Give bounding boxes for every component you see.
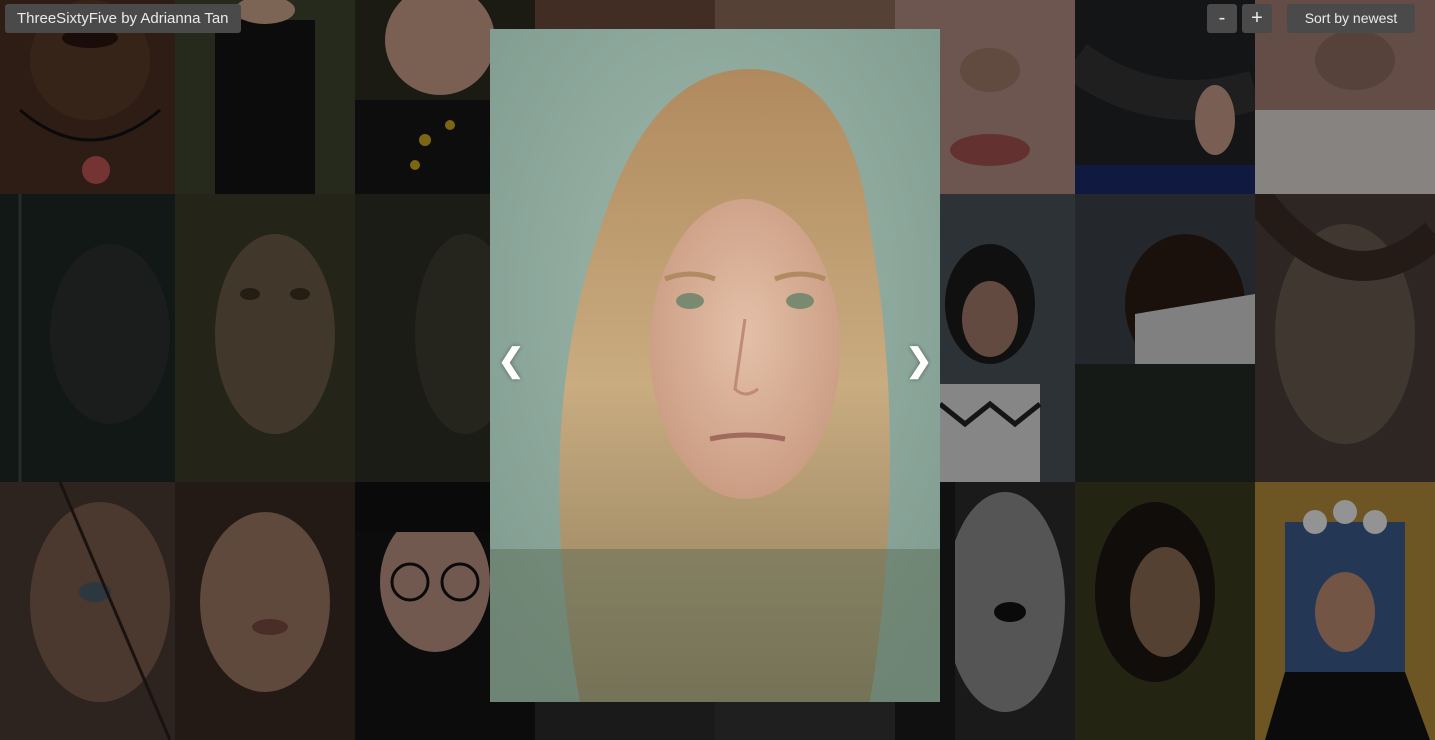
sort-button[interactable]: Sort by newest xyxy=(1287,4,1415,33)
site-title[interactable]: ThreeSixtyFive by Adrianna Tan xyxy=(5,4,241,33)
zoom-out-button[interactable]: - xyxy=(1207,4,1237,33)
previous-arrow-icon[interactable]: ❮ xyxy=(496,340,526,380)
lightbox-photo xyxy=(490,29,940,702)
next-arrow-icon[interactable]: ❯ xyxy=(904,340,934,380)
zoom-in-button[interactable]: + xyxy=(1242,4,1272,33)
featured-portrait xyxy=(490,29,940,702)
